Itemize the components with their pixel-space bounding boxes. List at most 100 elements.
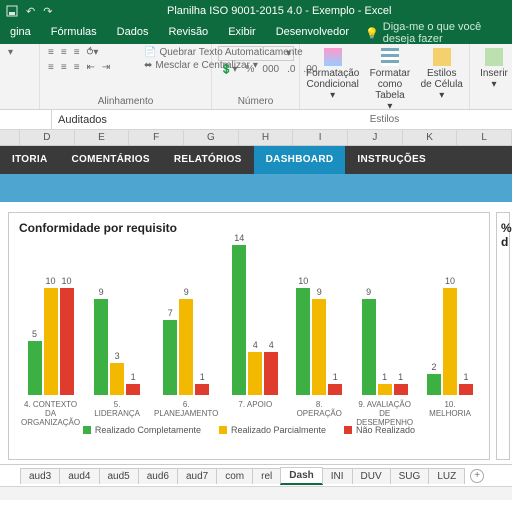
conditional-formatting-button[interactable]: Formatação Condicional▾: [306, 46, 359, 101]
align-left-icon[interactable]: ≡: [46, 61, 56, 74]
col-header[interactable]: L: [457, 130, 512, 145]
bar: 9: [312, 299, 326, 395]
lightbulb-icon: 💡: [365, 27, 379, 40]
ribbon-tab[interactable]: Exibir: [218, 22, 266, 44]
cell-styles-button[interactable]: Estilos de Célula▾: [421, 46, 464, 101]
bar: 1: [195, 384, 209, 395]
formula-bar: Auditados: [0, 110, 512, 130]
group-label-alignment: Alinhamento: [46, 96, 205, 107]
bar: 1: [328, 384, 342, 395]
category-label: 9. AVALIAÇÃO DE DESEMPENHO: [356, 401, 413, 421]
tell-me-label: Diga-me o que você deseja fazer: [383, 21, 512, 45]
nav-tab[interactable]: DASHBOARD: [254, 146, 346, 174]
bar: 9: [179, 299, 193, 395]
bar: 5: [28, 341, 42, 395]
sheet-tab[interactable]: com: [216, 468, 253, 484]
sheet-tab[interactable]: aud7: [177, 468, 217, 484]
sheet-tab[interactable]: rel: [252, 468, 281, 484]
chart-area: 510104. CONTEXTO DA ORGANIZAÇÃO9315. LID…: [19, 241, 479, 421]
sheet-tab[interactable]: INI: [322, 468, 353, 484]
bar: 10: [44, 288, 58, 395]
side-card: % d: [496, 212, 510, 460]
new-sheet-button[interactable]: +: [470, 469, 484, 483]
orientation-icon[interactable]: ⥀▾: [85, 46, 101, 59]
bar: 3: [110, 363, 124, 395]
col-header[interactable]: G: [184, 130, 239, 145]
category-label: 10. MELHORIA: [423, 401, 477, 421]
align-bot-icon[interactable]: ≡: [72, 46, 82, 59]
category-label: 5. LIDERANÇA: [90, 401, 144, 421]
ribbon-tab[interactable]: Desenvolvedor: [266, 22, 359, 44]
bar: 2: [427, 374, 441, 395]
ribbon-tabs: gina Fórmulas Dados Revisão Exibir Desen…: [0, 22, 512, 44]
indent-dec-icon[interactable]: ⇤: [85, 61, 97, 74]
align-mid-icon[interactable]: ≡: [59, 46, 69, 59]
bar: 4: [264, 352, 278, 395]
column-headers: D E F G H I J K L: [0, 130, 512, 146]
col-header[interactable]: E: [75, 130, 130, 145]
nav-tab[interactable]: COMENTÁRIOS: [60, 146, 162, 174]
sheet-tab[interactable]: aud5: [99, 468, 139, 484]
bar: 10: [60, 288, 74, 395]
category-label: 4. CONTEXTO DA ORGANIZAÇÃO: [21, 401, 80, 421]
ribbon: ▾ ≡ ≡ ≡ ⥀▾ ≡ ≡ ≡ ⇤ ⇥ 📄 Quebrar Texto Aut…: [0, 44, 512, 110]
dashboard-subbar: [0, 174, 512, 202]
nav-tab[interactable]: RELATÓRIOS: [162, 146, 254, 174]
bar: 1: [394, 384, 408, 395]
undo-icon[interactable]: ↶: [26, 5, 35, 18]
sheet-tab[interactable]: aud6: [138, 468, 178, 484]
bar: 10: [443, 288, 457, 395]
sheet-tabs: aud3aud4aud5aud6aud7comrelDashINIDUVSUGL…: [0, 464, 512, 486]
bar: 1: [378, 384, 392, 395]
sheet-tab[interactable]: DUV: [352, 468, 391, 484]
indent-inc-icon[interactable]: ⇥: [100, 61, 112, 74]
nav-tab[interactable]: ITORIA: [0, 146, 60, 174]
bar: 7: [163, 320, 177, 395]
col-header[interactable]: K: [403, 130, 458, 145]
chart-card: Conformidade por requisito 510104. CONTE…: [8, 212, 490, 460]
category-label: 7. APOIO: [238, 401, 272, 421]
title-bar: ↶ ↷ Planilha ISO 9001-2015 4.0 - Exemplo…: [0, 0, 512, 22]
category-label: 8. OPERAÇÃO: [292, 401, 346, 421]
side-title: % d: [501, 221, 505, 249]
formula-input[interactable]: Auditados: [52, 112, 512, 128]
sheet-tab[interactable]: LUZ: [428, 468, 465, 484]
sheet-tab[interactable]: SUG: [390, 468, 430, 484]
legend-item: Realizado Completamente: [83, 425, 201, 435]
insert-cells-button[interactable]: Inserir▾: [476, 46, 512, 90]
redo-icon[interactable]: ↷: [43, 5, 52, 18]
sheet-tab[interactable]: aud4: [59, 468, 99, 484]
dashboard-content: Conformidade por requisito 510104. CONTE…: [0, 202, 512, 464]
bar: 9: [94, 299, 108, 395]
bar: 10: [296, 288, 310, 395]
align-top-icon[interactable]: ≡: [46, 46, 56, 59]
tell-me[interactable]: 💡 Diga-me o que você deseja fazer: [365, 22, 512, 44]
ribbon-tab[interactable]: Fórmulas: [41, 22, 107, 44]
save-icon[interactable]: [6, 5, 18, 17]
ribbon-tab[interactable]: Dados: [107, 22, 159, 44]
sheet-tab[interactable]: aud3: [20, 468, 60, 484]
category-label: 6. PLANEJAMENTO: [154, 401, 218, 421]
chart-title: Conformidade por requisito: [19, 221, 479, 235]
col-header[interactable]: H: [239, 130, 294, 145]
bar: 1: [126, 384, 140, 395]
col-header[interactable]: I: [293, 130, 348, 145]
group-label-number: Número: [218, 96, 293, 107]
col-header[interactable]: J: [348, 130, 403, 145]
col-header[interactable]: F: [129, 130, 184, 145]
ribbon-tab[interactable]: Revisão: [158, 22, 218, 44]
ribbon-tab[interactable]: gina: [0, 22, 41, 44]
col-header[interactable]: D: [20, 130, 75, 145]
align-center-icon[interactable]: ≡: [59, 61, 69, 74]
name-box[interactable]: [0, 110, 52, 129]
paste-split[interactable]: ▾: [6, 46, 15, 59]
window-title: Planilha ISO 9001-2015 4.0 - Exemplo - E…: [52, 5, 506, 17]
wrap-text-button[interactable]: 📄 Quebrar Texto Automaticamente: [142, 46, 305, 59]
sheet-tab[interactable]: Dash: [280, 467, 322, 485]
bar: 4: [248, 352, 262, 395]
dashboard-nav: ITORIACOMENTÁRIOSRELATÓRIOSDASHBOARDINST…: [0, 146, 512, 174]
align-right-icon[interactable]: ≡: [72, 61, 82, 74]
format-as-table-button[interactable]: Formatar como Tabela▾: [363, 46, 416, 112]
nav-tab[interactable]: INSTRUÇÕES: [345, 146, 438, 174]
merge-center-button[interactable]: ⬌ Mesclar e Centralizar ▾: [142, 59, 260, 72]
